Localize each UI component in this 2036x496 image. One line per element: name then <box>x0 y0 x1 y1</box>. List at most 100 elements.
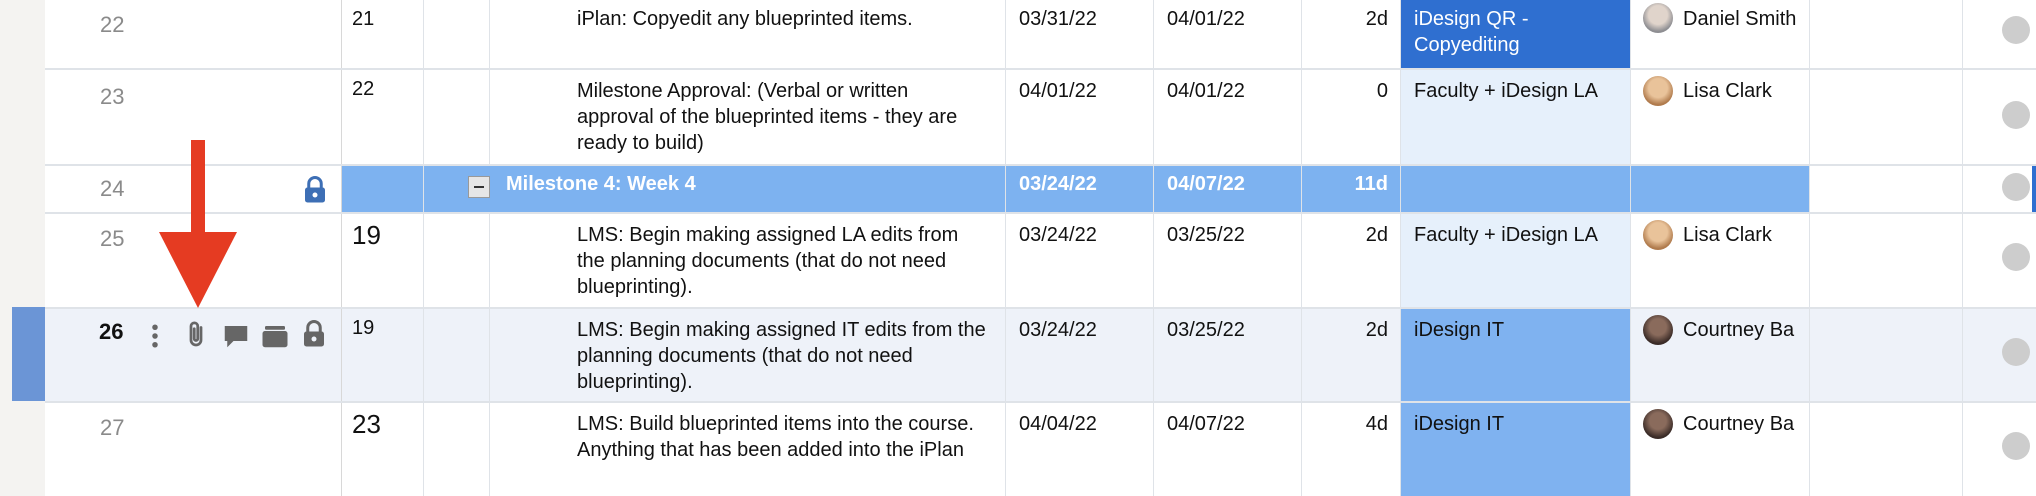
blank-cell[interactable] <box>424 70 490 164</box>
end-date-cell[interactable]: 04/07/22 <box>1154 403 1302 496</box>
start-date: 04/01/22 <box>1019 80 1097 102</box>
resource: iDesign IT <box>1414 413 1505 435</box>
row-number: 26 <box>99 319 124 344</box>
id-cell[interactable] <box>342 166 424 212</box>
extra-cell[interactable] <box>1810 309 1963 401</box>
id-value: 21 <box>352 8 375 30</box>
start-date-cell[interactable]: 03/24/22 <box>1006 309 1154 401</box>
duration-cell[interactable]: 0 <box>1302 70 1401 164</box>
red-arrow-annotation <box>159 140 237 308</box>
task-cell[interactable]: Milestone Approval: (Verbal or written a… <box>490 70 1006 164</box>
end-date-cell[interactable]: 03/25/22 <box>1154 309 1302 401</box>
start-date-cell[interactable]: 03/31/22 <box>1006 0 1154 68</box>
avatar <box>1643 220 1673 250</box>
status-dot[interactable] <box>2002 243 2030 271</box>
extra-cell[interactable] <box>1810 0 1963 68</box>
blank-cell[interactable] <box>424 309 490 401</box>
table-row[interactable]: 24 Milestone 4: Week 4 03/24/22 04/07/22… <box>45 166 2036 214</box>
status-dot[interactable] <box>2002 338 2030 366</box>
task-cell[interactable]: LMS: Begin making assigned IT edits from… <box>490 309 1006 401</box>
resource-cell[interactable]: iDesign QR - Copyediting <box>1401 0 1631 68</box>
table-row[interactable]: 27 23 LMS: Build blueprinted items into … <box>45 403 2036 496</box>
attachment-icon[interactable] <box>181 320 211 350</box>
assignee-cell[interactable] <box>1631 166 1810 212</box>
task-cell[interactable]: LMS: Begin making assigned LA edits from… <box>490 214 1006 307</box>
task-cell[interactable]: Milestone 4: Week 4 <box>424 166 1006 212</box>
table-row[interactable]: 25 19 LMS: Begin making assigned LA edit… <box>45 214 2036 309</box>
end-date-cell[interactable]: 04/07/22 <box>1154 166 1302 212</box>
assignee-cell[interactable]: Daniel Smith <box>1631 0 1810 68</box>
start-date-cell[interactable]: 04/04/22 <box>1006 403 1154 496</box>
resource-cell[interactable]: iDesign IT <box>1401 403 1631 496</box>
duration-cell[interactable]: 4d <box>1302 403 1401 496</box>
row-number-cell[interactable]: 22 <box>45 0 342 68</box>
start-date: 03/24/22 <box>1019 173 1097 195</box>
start-date-cell[interactable]: 03/24/22 <box>1006 214 1154 307</box>
extra-cell[interactable] <box>1810 403 1963 496</box>
id-cell[interactable]: 19 <box>342 214 424 307</box>
start-date-cell[interactable]: 04/01/22 <box>1006 70 1154 164</box>
blank-cell[interactable] <box>424 403 490 496</box>
avatar <box>1643 76 1673 106</box>
id-value: 23 <box>352 409 381 439</box>
row-number-cell[interactable]: 26 <box>45 309 342 401</box>
comment-icon[interactable] <box>221 321 251 351</box>
duration-cell[interactable]: 2d <box>1302 214 1401 307</box>
table-row[interactable]: 22 21 iPlan: Copyedit any blueprinted it… <box>45 0 2036 70</box>
end-date-cell[interactable]: 03/25/22 <box>1154 214 1302 307</box>
extra-cell[interactable] <box>1810 70 1963 164</box>
id-value: 22 <box>352 78 375 100</box>
end-date-cell[interactable]: 04/01/22 <box>1154 0 1302 68</box>
assignee-cell[interactable]: Courtney Ba <box>1631 309 1810 401</box>
table-row[interactable]: 26 19 LMS: Begin making assigned IT edit… <box>45 309 2036 403</box>
assignee-cell[interactable]: Lisa Clark <box>1631 214 1810 307</box>
start-date-cell[interactable]: 03/24/22 <box>1006 166 1154 212</box>
task-cell[interactable]: LMS: Build blueprinted items into the co… <box>490 403 1006 496</box>
id-cell[interactable]: 21 <box>342 0 424 68</box>
status-dot[interactable] <box>2002 101 2030 129</box>
lock-icon[interactable] <box>299 319 329 349</box>
end-date: 04/07/22 <box>1167 173 1245 195</box>
extra-cell[interactable] <box>1810 214 1963 307</box>
scroll-indicator <box>2032 166 2036 212</box>
task-name: Milestone Approval: (Verbal or written a… <box>577 80 958 154</box>
more-vertical-icon[interactable] <box>140 321 170 351</box>
assignee-name: Lisa Clark <box>1683 80 1772 102</box>
sheet-grid: 22 21 iPlan: Copyedit any blueprinted it… <box>45 0 2036 496</box>
row-number-cell[interactable]: 27 <box>45 403 342 496</box>
resource-cell[interactable]: Faculty + iDesign LA <box>1401 70 1631 164</box>
id-cell[interactable]: 19 <box>342 309 424 401</box>
id-cell[interactable]: 22 <box>342 70 424 164</box>
duration: 2d <box>1365 8 1388 30</box>
table-row[interactable]: 23 22 Milestone Approval: (Verbal or wri… <box>45 70 2036 166</box>
resource-cell[interactable]: Faculty + iDesign LA <box>1401 214 1631 307</box>
resource: iDesign IT <box>1414 319 1505 341</box>
duration-cell[interactable]: 2d <box>1302 0 1401 68</box>
collapse-icon[interactable] <box>468 176 490 198</box>
status-dot[interactable] <box>2002 173 2030 201</box>
end-date-cell[interactable]: 04/01/22 <box>1154 70 1302 164</box>
blank-cell[interactable] <box>424 0 490 68</box>
lock-icon[interactable] <box>300 175 330 205</box>
assignee-cell[interactable]: Lisa Clark <box>1631 70 1810 164</box>
duration: 2d <box>1365 224 1388 246</box>
selected-row-indicator <box>12 307 45 401</box>
assignee-cell[interactable]: Courtney Ba <box>1631 403 1810 496</box>
status-dot[interactable] <box>2002 16 2030 44</box>
status-dot[interactable] <box>2002 432 2030 460</box>
resource: Faculty + iDesign LA <box>1414 80 1598 102</box>
blank-cell[interactable] <box>424 214 490 307</box>
task-name: LMS: Begin making assigned IT edits from… <box>577 319 986 393</box>
extra-cell[interactable] <box>1810 166 1963 212</box>
assignee-name: Courtney Ba <box>1683 413 1795 435</box>
duration-cell[interactable]: 11d <box>1302 166 1401 212</box>
task-cell[interactable]: iPlan: Copyedit any blueprinted items. <box>490 0 1006 68</box>
assignee-name: Lisa Clark <box>1683 224 1772 246</box>
resource-cell[interactable] <box>1401 166 1631 212</box>
id-cell[interactable]: 23 <box>342 403 424 496</box>
end-date: 04/01/22 <box>1167 80 1245 102</box>
start-date: 03/24/22 <box>1019 319 1097 341</box>
proof-icon[interactable] <box>260 321 290 351</box>
resource-cell[interactable]: iDesign IT <box>1401 309 1631 401</box>
duration-cell[interactable]: 2d <box>1302 309 1401 401</box>
